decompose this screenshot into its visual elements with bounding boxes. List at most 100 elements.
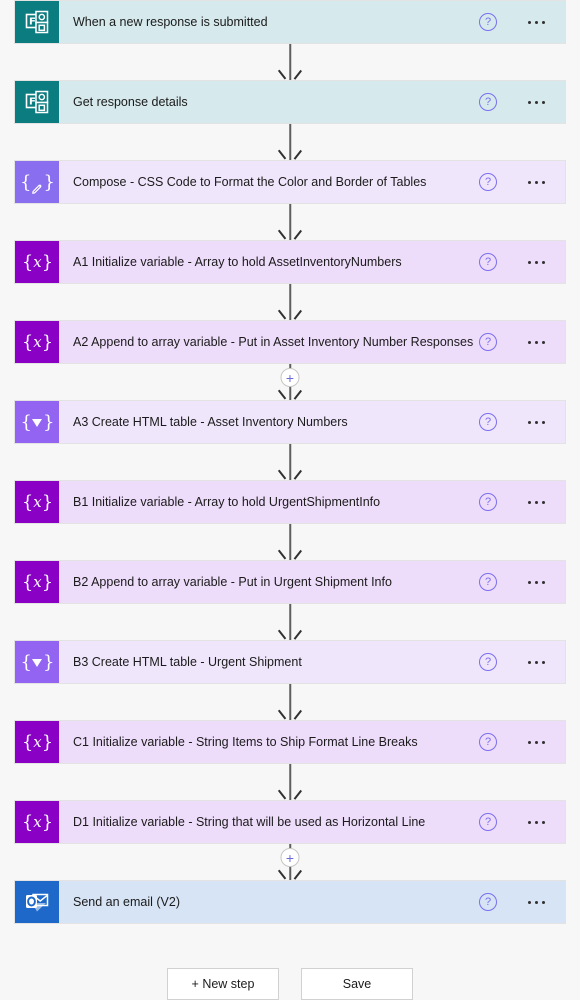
step-title: B3 Create HTML table - Urgent Shipment: [73, 654, 302, 669]
step-body: When a new response is submitted?: [59, 1, 565, 43]
step-title: B2 Append to array variable - Put in Urg…: [73, 574, 392, 589]
step-connector: [14, 204, 566, 240]
help-icon[interactable]: ?: [479, 653, 497, 671]
step-body: D1 Initialize variable - String that wil…: [59, 801, 565, 843]
connector-arrow-icon: [284, 470, 297, 479]
flow-step-card[interactable]: {x} D1 Initialize variable - String that …: [14, 800, 566, 844]
step-body: Compose - CSS Code to Format the Color a…: [59, 161, 565, 203]
help-icon[interactable]: ?: [479, 413, 497, 431]
microsoft-forms-icon: F: [24, 9, 50, 35]
more-options-icon[interactable]: [519, 500, 553, 504]
flow-step-card[interactable]: {x} C1 Initialize variable - String Items…: [14, 720, 566, 764]
step-title: B1 Initialize variable - Array to hold U…: [73, 494, 381, 509]
step-icon-band: {}: [15, 641, 59, 683]
help-icon[interactable]: ?: [479, 333, 497, 351]
step-connector: [14, 284, 566, 320]
flow-step-card[interactable]: {} B3 Create HTML table - Urgent Shipment…: [14, 640, 566, 684]
step-title: C1 Initialize variable - String Items to…: [73, 734, 418, 749]
help-icon[interactable]: ?: [479, 573, 497, 591]
step-icon-band: F: [15, 1, 59, 43]
step-title: A2 Append to array variable - Put in Ass…: [73, 334, 474, 349]
connector-arrow-icon: [284, 150, 297, 159]
more-options-icon[interactable]: [519, 180, 553, 184]
step-title: When a new response is submitted: [73, 14, 268, 29]
step-icon-band: F: [15, 81, 59, 123]
step-connector: [14, 684, 566, 720]
step-title: Get response details: [73, 94, 188, 109]
flow-step-card[interactable]: F When a new response is submitted?: [14, 0, 566, 44]
step-icon-band: {x}: [15, 241, 59, 283]
more-options-icon[interactable]: [519, 820, 553, 824]
flow-steps-list: F When a new response is submitted? F Get r…: [0, 0, 580, 924]
flow-footer-actions: + New step Save: [0, 968, 580, 1000]
svg-text:F: F: [29, 97, 36, 108]
step-body: Send an email (V2)?: [59, 881, 565, 923]
connector-arrow-icon: [284, 870, 297, 879]
compose-icon: {}: [20, 171, 55, 194]
variable-icon: {x}: [21, 731, 53, 753]
connector-arrow-icon: [284, 310, 297, 319]
more-options-icon[interactable]: [519, 900, 553, 904]
flow-step-card[interactable]: Send an email (V2)?: [14, 880, 566, 924]
save-button[interactable]: Save: [301, 968, 413, 1000]
flow-step-card[interactable]: {x} B1 Initialize variable - Array to hol…: [14, 480, 566, 524]
more-options-icon[interactable]: [519, 420, 553, 424]
help-icon[interactable]: ?: [479, 13, 497, 31]
more-options-icon[interactable]: [519, 580, 553, 584]
more-options-icon[interactable]: [519, 260, 553, 264]
connector-arrow-icon: [284, 710, 297, 719]
variable-icon: {x}: [21, 251, 53, 273]
connector-arrow-icon: [284, 390, 297, 399]
step-body: Get response details?: [59, 81, 565, 123]
flow-step-card[interactable]: F Get response details?: [14, 80, 566, 124]
step-title: A1 Initialize variable - Array to hold A…: [73, 254, 402, 269]
step-title: D1 Initialize variable - String that wil…: [73, 814, 426, 829]
help-icon[interactable]: ?: [479, 813, 497, 831]
variable-icon: {x}: [21, 331, 53, 353]
help-icon[interactable]: ?: [479, 893, 497, 911]
more-options-icon[interactable]: [519, 740, 553, 744]
help-icon[interactable]: ?: [479, 733, 497, 751]
flow-step-card[interactable]: {x} A2 Append to array variable - Put in …: [14, 320, 566, 364]
connector-arrow-icon: [284, 630, 297, 639]
flow-step-card[interactable]: {x} B2 Append to array variable - Put in …: [14, 560, 566, 604]
step-title: Compose - CSS Code to Format the Color a…: [73, 174, 427, 189]
step-icon-band: {x}: [15, 801, 59, 843]
more-options-icon[interactable]: [519, 20, 553, 24]
step-body: A1 Initialize variable - Array to hold A…: [59, 241, 565, 283]
flow-step-card[interactable]: {} Compose - CSS Code to Format the Color…: [14, 160, 566, 204]
create-html-table-icon: {}: [20, 411, 55, 433]
flow-step-card[interactable]: {x} A1 Initialize variable - Array to hol…: [14, 240, 566, 284]
step-connector: [14, 604, 566, 640]
step-icon-band: {x}: [15, 481, 59, 523]
help-icon[interactable]: ?: [479, 173, 497, 191]
help-icon[interactable]: ?: [479, 493, 497, 511]
connector-arrow-icon: [284, 790, 297, 799]
microsoft-forms-icon: F: [24, 89, 50, 115]
step-connector: [14, 764, 566, 800]
flow-canvas: F When a new response is submitted? F Get r…: [0, 0, 580, 1000]
more-options-icon[interactable]: [519, 660, 553, 664]
step-connector: [14, 124, 566, 160]
step-body: B3 Create HTML table - Urgent Shipment?: [59, 641, 565, 683]
step-body: C1 Initialize variable - String Items to…: [59, 721, 565, 763]
step-body: B1 Initialize variable - Array to hold U…: [59, 481, 565, 523]
connector-arrow-icon: [284, 550, 297, 559]
step-title: A3 Create HTML table - Asset Inventory N…: [73, 414, 348, 429]
insert-step-button[interactable]: +: [280, 848, 300, 867]
help-icon[interactable]: ?: [479, 93, 497, 111]
outlook-icon: [24, 889, 50, 915]
step-icon-band: {x}: [15, 721, 59, 763]
variable-icon: {x}: [21, 571, 53, 593]
step-icon-band: {}: [15, 161, 59, 203]
connector-arrow-icon: [284, 230, 297, 239]
more-options-icon[interactable]: [519, 340, 553, 344]
more-options-icon[interactable]: [519, 100, 553, 104]
new-step-button[interactable]: + New step: [167, 968, 279, 1000]
step-icon-band: {}: [15, 401, 59, 443]
step-connector: [14, 444, 566, 480]
help-icon[interactable]: ?: [479, 253, 497, 271]
insert-step-button[interactable]: +: [280, 368, 300, 387]
step-connector: +: [14, 364, 566, 400]
flow-step-card[interactable]: {} A3 Create HTML table - Asset Inventory…: [14, 400, 566, 444]
